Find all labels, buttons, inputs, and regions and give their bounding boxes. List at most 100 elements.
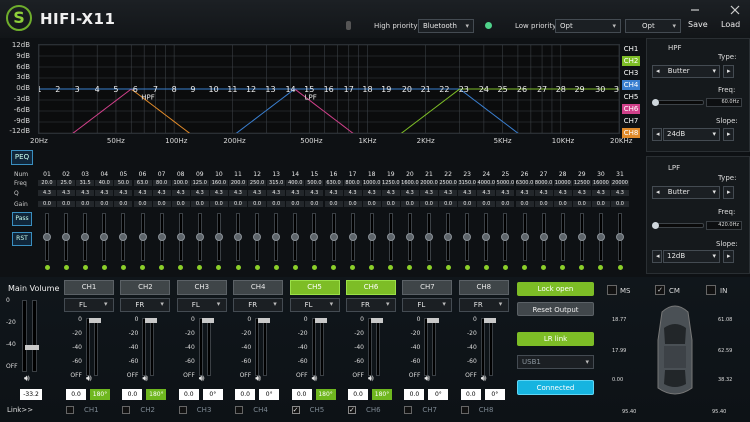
peq-button[interactable]: PEQ [11,150,33,165]
channel-fader[interactable] [263,318,268,376]
channel-fader-thumb[interactable] [483,318,496,323]
band-gain-thumb[interactable] [119,233,128,241]
lock-button[interactable]: Lock open [517,282,594,296]
eq-point-label[interactable]: 10 [209,85,219,94]
channel-fader[interactable] [150,318,155,376]
band-gain-thumb[interactable] [62,233,71,241]
band-q[interactable]: 4.3 [496,190,515,196]
band-gain[interactable]: 0.0 [114,201,133,207]
band-gain[interactable]: 0.0 [534,201,553,207]
band-gain[interactable]: 0.0 [553,201,572,207]
band-freq[interactable]: 400.0 [286,180,305,186]
rst-button[interactable]: RST [12,232,32,246]
phase-button[interactable]: 180° [146,389,167,400]
eq-point-label[interactable]: 1 [36,85,42,94]
band-q[interactable]: 4.3 [420,190,438,196]
save-button[interactable]: Save [688,20,708,29]
eq-point-label[interactable]: 21 [421,85,431,94]
band-q[interactable]: 4.3 [324,190,343,196]
channel-button[interactable]: CH3 [176,280,227,295]
band-gain-thumb[interactable] [405,233,414,241]
band-gain-thumb[interactable] [425,233,433,241]
speaker-icon[interactable]: 🔊︎ [312,374,318,384]
channel-button[interactable]: CH2 [120,280,171,295]
delay-value[interactable]: 0.0 [348,389,368,400]
band-gain[interactable]: 0.0 [76,201,95,207]
band-q[interactable]: 4.3 [209,190,228,196]
eq-point-label[interactable]: 24 [479,85,489,94]
band-gain-thumb[interactable] [195,233,204,241]
lpf-type-next[interactable]: ▸ [723,186,734,199]
band-enable-dot[interactable] [178,265,184,270]
eq-point-label[interactable]: 20 [402,85,412,94]
channel-fader[interactable] [206,318,211,376]
main-volume-value[interactable]: -33.2 [20,389,42,400]
connected-button[interactable]: Connected [517,380,594,395]
band-enable-dot[interactable] [464,265,470,270]
delay-value[interactable]: 0.0 [404,389,425,400]
channel-button[interactable]: CH8 [458,280,509,295]
band-q[interactable]: 4.3 [458,190,477,196]
band-gain-thumb[interactable] [596,233,605,241]
channel-fader[interactable] [432,318,437,376]
band-gain-thumb[interactable] [43,233,51,241]
delay-value[interactable]: 0.0 [178,389,199,400]
main-volume-speaker-icon[interactable]: 🔊︎ [24,374,30,384]
band-enable-dot[interactable] [369,265,375,270]
band-enable-dot[interactable] [598,265,604,270]
band-freq[interactable]: 1250.0 [381,180,400,186]
eq-point-label[interactable]: 13 [265,85,275,94]
phase-button[interactable]: 180° [372,389,392,400]
band-enable-dot[interactable] [579,265,585,270]
channel-tag[interactable]: CH4 [622,80,640,90]
channel-tag[interactable]: CH1 [622,44,640,54]
channel-fader-thumb[interactable] [258,318,271,323]
band-freq[interactable]: 630.0 [324,180,343,186]
band-gain[interactable]: 0.0 [133,201,152,207]
speaker-icon[interactable]: 🔊︎ [86,374,92,384]
eq-point-label[interactable]: 6 [133,85,138,94]
eq-point-label[interactable]: 3 [75,85,80,94]
lpf-freq-thumb[interactable] [652,222,659,229]
cm-checkbox[interactable]: ✓ [655,285,665,295]
channel-tag[interactable]: CH5 [622,92,640,102]
phase-button[interactable]: 0° [202,389,223,400]
phase-button[interactable]: 180° [90,389,110,400]
band-gain[interactable]: 0.0 [190,201,209,207]
main-volume-fader-left[interactable] [22,300,27,372]
channel-fader[interactable] [311,318,316,376]
band-q[interactable]: 4.3 [515,190,534,196]
band-enable-dot[interactable] [502,265,508,270]
channel-fader[interactable] [319,318,324,376]
band-q[interactable]: 4.3 [611,190,629,196]
hpf-type-next[interactable]: ▸ [723,65,734,78]
band-q[interactable]: 4.3 [343,190,362,196]
band-q[interactable]: 4.3 [400,190,419,196]
band-enable-dot[interactable] [292,265,298,270]
band-enable-dot[interactable] [483,265,489,270]
band-gain[interactable]: 0.0 [439,201,458,207]
hpf-slope-prev[interactable]: ◂ [652,128,662,141]
band-gain-thumb[interactable] [100,233,109,241]
channel-fader-thumb[interactable] [371,318,383,323]
speaker-icon[interactable]: 🔊︎ [142,374,148,384]
link-checkbox[interactable] [404,406,413,414]
band-gain-thumb[interactable] [176,233,185,241]
band-gain-thumb[interactable] [520,233,529,241]
band-freq[interactable]: 6300.0 [515,180,534,186]
band-freq[interactable]: 200.0 [229,180,247,186]
lpf-slope-prev[interactable]: ◂ [652,250,662,263]
main-volume-thumb[interactable] [25,345,39,350]
band-q[interactable]: 4.3 [229,190,247,196]
band-q[interactable]: 4.3 [133,190,152,196]
band-gain[interactable]: 0.0 [57,201,76,207]
band-q[interactable]: 4.3 [152,190,171,196]
band-gain-thumb[interactable] [444,233,453,241]
link-checkbox[interactable]: ✓ [348,406,356,414]
link-label[interactable]: Link>> [7,406,33,414]
band-gain-thumb[interactable] [138,233,147,241]
band-enable-dot[interactable] [101,265,107,270]
band-gain[interactable]: 0.0 [95,201,114,207]
channel-fader[interactable] [198,318,203,376]
band-enable-dot[interactable] [407,265,413,270]
